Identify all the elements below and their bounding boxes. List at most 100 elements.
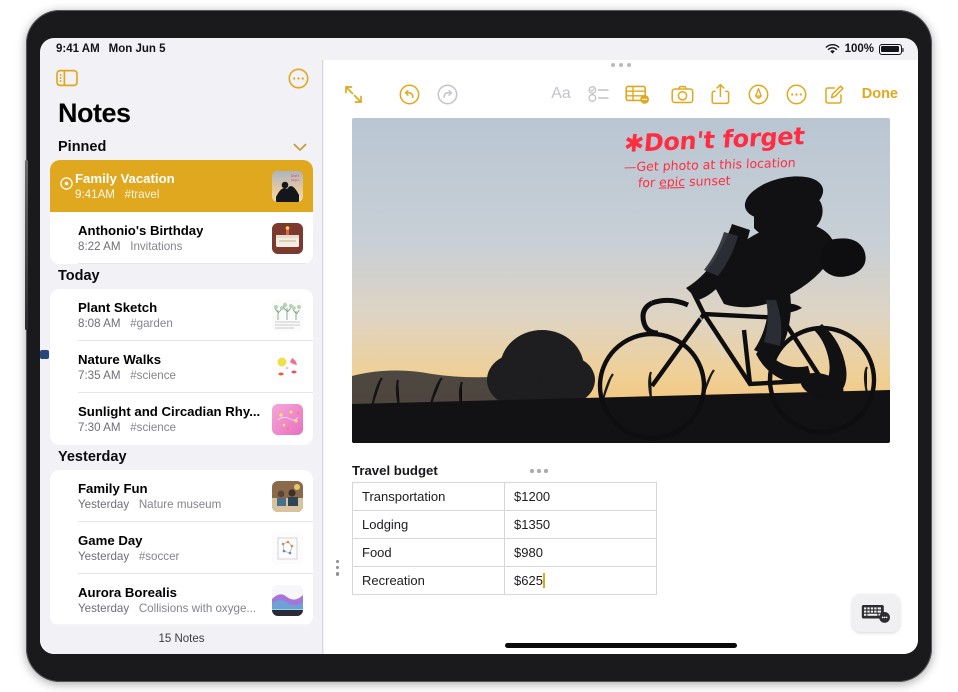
table-cell-value[interactable]: $1350: [504, 510, 657, 539]
list-item-aurora-borealis[interactable]: Aurora Borealis Yesterday Collisions wit…: [50, 574, 313, 626]
sidebar-footer-count: 15 Notes: [40, 624, 323, 654]
list-item-text: Plant Sketch 8:08 AM #garden: [60, 300, 264, 330]
note-group-pinned: Family Vacation 9:41AM #travel Don't for…: [50, 160, 313, 264]
list-item-title: Plant Sketch: [78, 300, 158, 315]
section-label-pinned: Pinned: [58, 139, 107, 155]
battery-icon: [879, 43, 905, 55]
share-icon[interactable]: [702, 77, 740, 111]
table-row[interactable]: Transportation $1200: [352, 482, 657, 511]
budget-table: Transportation $1200 Lodging $1350 Food …: [352, 482, 657, 595]
list-item-subtitle: 9:41AM #travel: [75, 188, 264, 201]
list-item-detail: #travel: [124, 188, 160, 201]
redo-icon[interactable]: [428, 77, 466, 111]
list-item-title: Aurora Borealis: [78, 585, 177, 600]
compose-icon[interactable]: [816, 77, 854, 111]
table-menu-dots-icon[interactable]: [530, 469, 548, 473]
notes-count-label: 15 Notes: [158, 633, 205, 645]
cyclist-sunset-image: [352, 118, 890, 443]
notes-sidebar: Notes Pinned Family Vacation 9:41AM #tra…: [40, 60, 323, 654]
section-label-yesterday: Yesterday: [58, 449, 127, 465]
table-cell-label[interactable]: Food: [352, 538, 505, 567]
camera-icon[interactable]: [664, 77, 702, 111]
expand-arrows-icon[interactable]: [334, 77, 372, 111]
list-item-time: 7:35 AM: [78, 369, 121, 382]
list-item-thumbnail: [272, 584, 303, 616]
note-group-today: Plant Sketch 8:08 AM #garden Nature Walk…: [50, 289, 313, 445]
status-date: Mon Jun 5: [108, 43, 166, 55]
table-row[interactable]: Recreation $625: [352, 566, 657, 595]
list-item-time: 8:22 AM: [78, 240, 121, 253]
list-item-anthonios-birthday[interactable]: Anthonio's Birthday 8:22 AM Invitations: [50, 212, 313, 264]
table-cell-value[interactable]: $980: [504, 538, 657, 567]
battery-fill: [881, 45, 900, 53]
ipad-screen: 9:41 AM Mon Jun 5 100% Notes Pinned Fami…: [40, 38, 918, 654]
multitask-handle-icon[interactable]: [611, 63, 631, 67]
list-item-plant-sketch[interactable]: Plant Sketch 8:08 AM #garden: [50, 289, 313, 341]
format-aa-button[interactable]: Aa: [542, 77, 580, 111]
list-item-subtitle: 8:22 AM Invitations: [78, 240, 264, 253]
keyboard-dismiss-icon: [861, 605, 890, 623]
list-item-time: 7:30 AM: [78, 421, 121, 434]
list-item-text: Anthonio's Birthday 8:22 AM Invitations: [60, 223, 264, 253]
sidebar-more-circle-icon[interactable]: [288, 68, 309, 89]
status-bar-left: 9:41 AM Mon Jun 5: [56, 43, 166, 55]
list-item-detail: #science: [130, 369, 176, 382]
list-item-text: Family Vacation 9:41AM #travel: [73, 171, 264, 201]
page-title: Notes: [58, 98, 131, 128]
table-cell-label[interactable]: Transportation: [352, 482, 505, 511]
list-item-title: Game Day: [78, 533, 143, 548]
table-cell-value-active[interactable]: $625: [504, 566, 657, 595]
keyboard-dismiss-button[interactable]: [852, 594, 900, 632]
list-item-subtitle: Yesterday Collisions with oxyge...: [78, 602, 264, 615]
list-item-detail: #science: [130, 421, 176, 434]
table-cell-label[interactable]: Lodging: [352, 510, 505, 539]
home-indicator[interactable]: [505, 643, 737, 648]
undo-icon[interactable]: [390, 77, 428, 111]
status-time: 9:41 AM: [56, 43, 100, 55]
checklist-icon[interactable]: [580, 77, 618, 111]
table-icon[interactable]: [618, 77, 656, 111]
table-cell-value-text: $625: [514, 573, 543, 588]
list-item-subtitle: Yesterday Nature museum: [78, 498, 264, 511]
list-item-thumbnail: [272, 532, 303, 564]
list-item-detail: Nature museum: [138, 498, 222, 511]
chevron-down-icon[interactable]: [293, 143, 307, 152]
list-item-thumbnail: Don't forget: [272, 170, 303, 202]
list-item-text: Nature Walks 7:35 AM #science: [60, 352, 264, 382]
list-item-time: 8:08 AM: [78, 317, 121, 330]
list-item-text: Game Day Yesterday #soccer: [60, 533, 264, 563]
table-row[interactable]: Food $980: [352, 538, 657, 567]
list-item-family-vacation[interactable]: Family Vacation 9:41AM #travel Don't for…: [50, 160, 313, 212]
section-header-today: Today: [40, 264, 323, 289]
ipad-device-frame: 9:41 AM Mon Jun 5 100% Notes Pinned Fami…: [25, 10, 932, 682]
list-item-sunlight-circadian[interactable]: Sunlight and Circadian Rhy... 7:30 AM #s…: [50, 393, 313, 445]
device-side-glint: [25, 160, 28, 330]
list-item-family-fun[interactable]: Family Fun Yesterday Nature museum: [50, 470, 313, 522]
note-photo[interactable]: ✱Don't forget —Get photo at this locatio…: [352, 118, 890, 443]
bezel-indicator-icon: [40, 350, 49, 359]
list-item-thumbnail: [272, 222, 303, 254]
list-item-subtitle: 7:30 AM #science: [78, 421, 264, 434]
status-bar: 9:41 AM Mon Jun 5 100%: [40, 38, 918, 60]
table-cell-label[interactable]: Recreation: [352, 566, 505, 595]
list-item-detail: #garden: [130, 317, 173, 330]
markup-pen-icon[interactable]: [740, 77, 778, 111]
table-cell-value[interactable]: $1200: [504, 482, 657, 511]
text-cursor: [542, 573, 545, 588]
list-item-title: Sunlight and Circadian Rhy...: [78, 404, 261, 419]
list-item-game-day[interactable]: Game Day Yesterday #soccer: [50, 522, 313, 574]
list-item-thumbnail: [272, 480, 303, 512]
svg-text:forget: forget: [291, 178, 299, 182]
list-item-text: Sunlight and Circadian Rhy... 7:30 AM #s…: [60, 404, 264, 434]
note-toolbar: Aa Done: [324, 74, 918, 114]
table-row[interactable]: Lodging $1350: [352, 510, 657, 539]
list-item-title: Family Fun: [78, 481, 148, 496]
row-drag-handle-icon[interactable]: [336, 560, 340, 576]
list-item-detail: Collisions with oxyge...: [138, 602, 257, 615]
list-item-subtitle: 8:08 AM #garden: [78, 317, 264, 330]
done-button[interactable]: Done: [854, 86, 904, 102]
list-item-nature-walks[interactable]: Nature Walks 7:35 AM #science: [50, 341, 313, 393]
sidebar-toggle-icon[interactable]: [56, 69, 78, 87]
list-item-thumbnail: [272, 403, 303, 435]
more-circle-icon[interactable]: [778, 77, 816, 111]
